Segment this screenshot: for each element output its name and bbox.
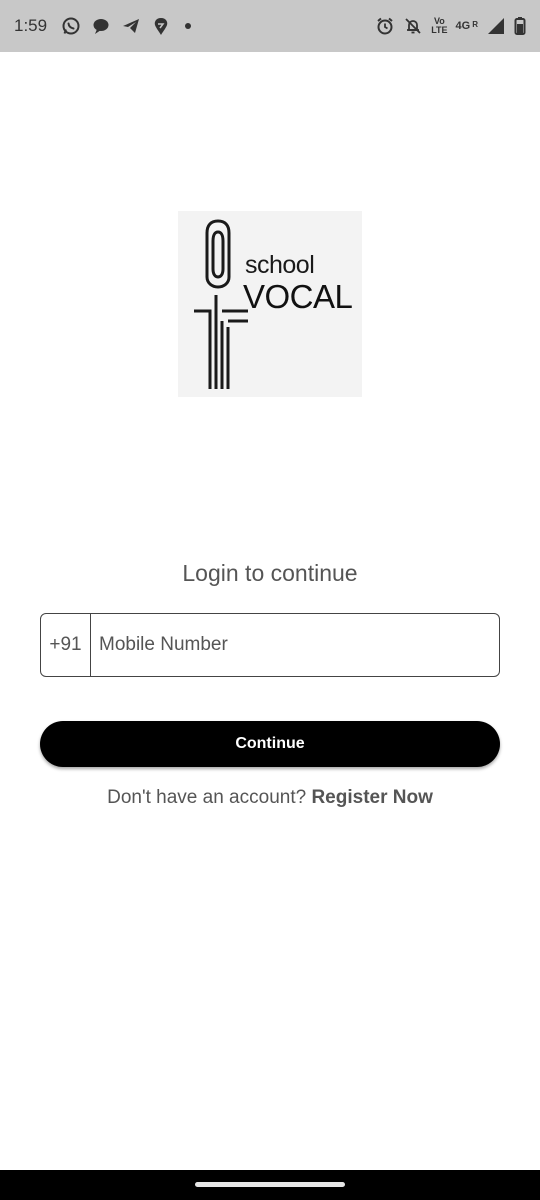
register-prompt: Don't have an account? [107,787,312,808]
roaming-indicator: R [472,20,478,29]
volte-icon: Vo LTE [431,16,448,35]
alarm-icon [375,16,395,36]
whatsapp-icon [61,16,81,36]
phone-input-group: +91 [40,613,500,677]
navigation-bar [0,1170,540,1200]
logo-text-school: school [245,251,315,279]
system-icons: Vo LTE 4G R [375,16,526,36]
telegram-icon [121,16,141,36]
battery-icon [514,16,526,36]
chat-bubble-icon [91,16,111,36]
register-row: Don't have an account? Register Now [0,787,540,809]
login-heading: Login to continue [182,560,358,586]
notification-icons [61,16,192,36]
notification-off-icon [403,16,423,36]
swiggy-icon [151,16,171,36]
continue-button[interactable]: Continue [40,721,500,767]
status-bar: 1:59 Vo LTE 4G R [0,0,540,52]
school-vocal-logo: school VOCAL [178,211,362,397]
mobile-number-input[interactable] [91,614,499,676]
country-code[interactable]: +91 [41,614,91,676]
network-indicator: 4G R [456,20,478,32]
network-type: 4G [455,20,471,32]
login-screen: 1:59 Vo LTE 4G R school VOCAL Login to c… [0,0,540,1200]
status-time: 1:59 [14,16,48,35]
more-dot-icon [185,23,192,29]
register-now-link[interactable]: Register Now [311,787,432,808]
signal-icon [486,16,506,36]
home-gesture-handle[interactable] [195,1182,345,1187]
logo-text-vocal: VOCAL [243,278,353,315]
